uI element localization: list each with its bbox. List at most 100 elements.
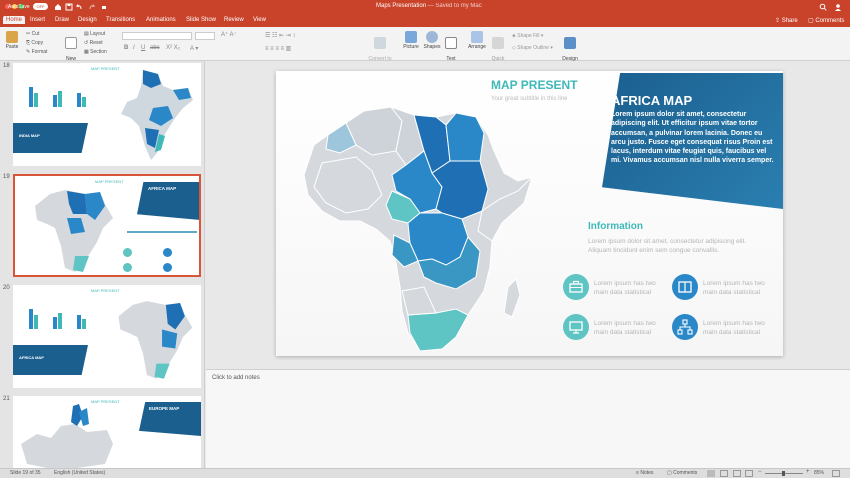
comments-button[interactable]: ▢ Comments: [808, 17, 844, 24]
thumbnail-title: AFRICA MAP: [148, 186, 177, 191]
paste-label: Paste: [5, 44, 19, 50]
shapes-label: Shapes: [423, 44, 441, 50]
language-indicator[interactable]: English (United States): [54, 470, 105, 476]
slide-heading[interactable]: MAP PRESENT: [491, 78, 577, 92]
slide-subheading[interactable]: Your great subtitle in this line: [491, 96, 568, 102]
notes-pane[interactable]: Click to add notes: [206, 369, 850, 468]
thumbnail-india-map: [121, 70, 193, 160]
share-button[interactable]: ⇪ Share: [775, 17, 798, 24]
thumbnail-stat-icon: [123, 263, 132, 272]
design-ideas-icon: [564, 37, 576, 49]
slide-thumbnail-21[interactable]: MAP PRESENT EUROPE MAP: [13, 396, 201, 468]
slide-sorter-icon[interactable]: [720, 470, 728, 477]
share-label: Share: [781, 18, 798, 24]
thumbnail-number: 20: [3, 285, 10, 291]
underline-button[interactable]: U: [141, 45, 145, 51]
bullets-icon[interactable]: ☰ ☷ ⇤ ⇥ ↕: [265, 32, 295, 39]
slideshow-view-icon[interactable]: [745, 470, 753, 477]
font-family-select[interactable]: [122, 32, 192, 40]
home-icon[interactable]: [54, 3, 62, 11]
reading-view-icon[interactable]: [733, 470, 741, 477]
thumbnail-banner: [13, 345, 88, 375]
tab-design[interactable]: Design: [78, 17, 97, 23]
thumbnail-africa-map: [118, 301, 193, 379]
reset-button[interactable]: ↺ Reset: [84, 40, 103, 46]
zoom-in-button[interactable]: +: [806, 469, 810, 475]
tab-home[interactable]: Home: [3, 16, 26, 24]
slide-thumbnail-20[interactable]: MAP PRESENT AFRICA MAP: [13, 285, 201, 388]
section-button[interactable]: ▦ Section: [84, 49, 107, 55]
strike-button[interactable]: abc: [150, 45, 160, 51]
cut-button[interactable]: ✂ Cut: [26, 31, 39, 37]
tab-view[interactable]: View: [253, 17, 266, 23]
tab-draw[interactable]: Draw: [55, 17, 69, 23]
thumbnail-number: 18: [3, 63, 10, 69]
comments-toggle-button[interactable]: ▢ Comments: [667, 470, 697, 476]
status-bar: Slide 19 of 35 English (United States) ≡…: [0, 468, 850, 478]
shapes-button[interactable]: Shapes: [423, 31, 441, 50]
shape-outline-button[interactable]: ◇ Shape Outline ▾: [512, 45, 553, 51]
picture-button[interactable]: Picture: [402, 31, 420, 50]
search-icon[interactable]: [819, 3, 827, 11]
thumbnail-stat-icon: [123, 248, 132, 257]
stat-text[interactable]: Lorem ipsum has two main data statistica…: [594, 279, 666, 297]
tab-review[interactable]: Review: [224, 17, 244, 23]
info-title[interactable]: Information: [588, 221, 643, 232]
italic-button[interactable]: I: [133, 45, 135, 51]
save-icon[interactable]: [65, 3, 73, 11]
undo-icon[interactable]: [75, 3, 83, 11]
thumbnail-stat-icon: [163, 263, 172, 272]
zoom-slider[interactable]: [765, 471, 803, 476]
superscript-button[interactable]: X² X₂: [166, 45, 180, 51]
arrange-icon: [471, 31, 483, 43]
bold-button[interactable]: B: [124, 45, 128, 51]
banner-title[interactable]: AFRICA MAP: [611, 93, 692, 108]
thumbnail-stat-icon: [163, 248, 172, 257]
current-slide[interactable]: MAP PRESENT Your great subtitle in this …: [276, 71, 783, 356]
ribbon-toolbar: Paste ✂ Cut ⎘ Copy ✎ Format New Slide ▤ …: [0, 27, 850, 68]
print-icon[interactable]: [100, 3, 108, 11]
slide-thumbnail-18[interactable]: MAP PRESENT INDIA MAP: [13, 63, 201, 166]
copy-label: Copy: [31, 40, 44, 46]
format-painter-button[interactable]: ✎ Format: [26, 49, 47, 55]
paste-button[interactable]: Paste: [4, 31, 20, 50]
slide-thumbnail-19[interactable]: MAP PRESENT AFRICA MAP: [13, 174, 201, 277]
thumbnail-title: EUROPE MAP: [149, 406, 180, 411]
section-label: Section: [90, 49, 107, 55]
fit-to-window-icon[interactable]: [832, 470, 840, 477]
font-color-button[interactable]: A ▾: [190, 45, 198, 52]
slide-thumbnail-pane: 18 MAP PRESENT INDIA MAP 19 MAP PRESENT …: [0, 61, 205, 468]
stat-text[interactable]: Lorem ipsum has two main data statistica…: [703, 319, 775, 337]
redo-icon[interactable]: [88, 3, 96, 11]
briefcase-icon: [563, 274, 589, 300]
font-size-select[interactable]: [195, 32, 215, 40]
tab-slide-show[interactable]: Slide Show: [186, 17, 216, 23]
arrange-label: Arrange: [468, 44, 486, 50]
arrange-button[interactable]: Arrange: [466, 31, 488, 50]
banner-text[interactable]: Lorem ipsum dolor sit amet, consectetur …: [611, 110, 774, 166]
zoom-slider-thumb[interactable]: [782, 471, 785, 476]
copy-button[interactable]: ⎘ Copy: [26, 40, 43, 46]
title-bar: AutoSave OFF Maps Presentation — Saved t…: [0, 0, 850, 14]
info-text[interactable]: Lorem ipsum dolor sit amet, consectetur …: [588, 237, 768, 255]
zoom-out-button[interactable]: −: [758, 469, 762, 475]
autosave-toggle[interactable]: OFF: [33, 3, 48, 10]
stat-text[interactable]: Lorem ipsum has two main data statistica…: [703, 279, 775, 297]
comments-label: Comments: [815, 18, 845, 24]
align-icon[interactable]: ≡ ≡ ≡ ≡ ▥: [265, 45, 291, 52]
africa-map[interactable]: [296, 91, 546, 356]
notes-placeholder[interactable]: Click to add notes: [212, 375, 260, 381]
thumbnail-info-line: [127, 231, 197, 233]
tab-animations[interactable]: Animations: [146, 17, 176, 23]
slide-editing-canvas: MAP PRESENT Your great subtitle in this …: [206, 61, 850, 369]
normal-view-icon[interactable]: [707, 470, 715, 477]
layout-button[interactable]: ▤ Layout: [84, 31, 105, 37]
tab-insert[interactable]: Insert: [30, 17, 45, 23]
stat-text[interactable]: Lorem ipsum has two main data statistica…: [594, 319, 666, 337]
zoom-level[interactable]: 85%: [814, 470, 824, 476]
account-icon[interactable]: [834, 3, 842, 11]
notes-toggle-button[interactable]: ≡ Notes: [636, 470, 653, 476]
font-grow-icon[interactable]: A⁺ A⁻: [221, 31, 237, 38]
tab-transitions[interactable]: Transitions: [106, 17, 135, 23]
shape-fill-button[interactable]: ◈ Shape Fill ▾: [512, 33, 543, 39]
